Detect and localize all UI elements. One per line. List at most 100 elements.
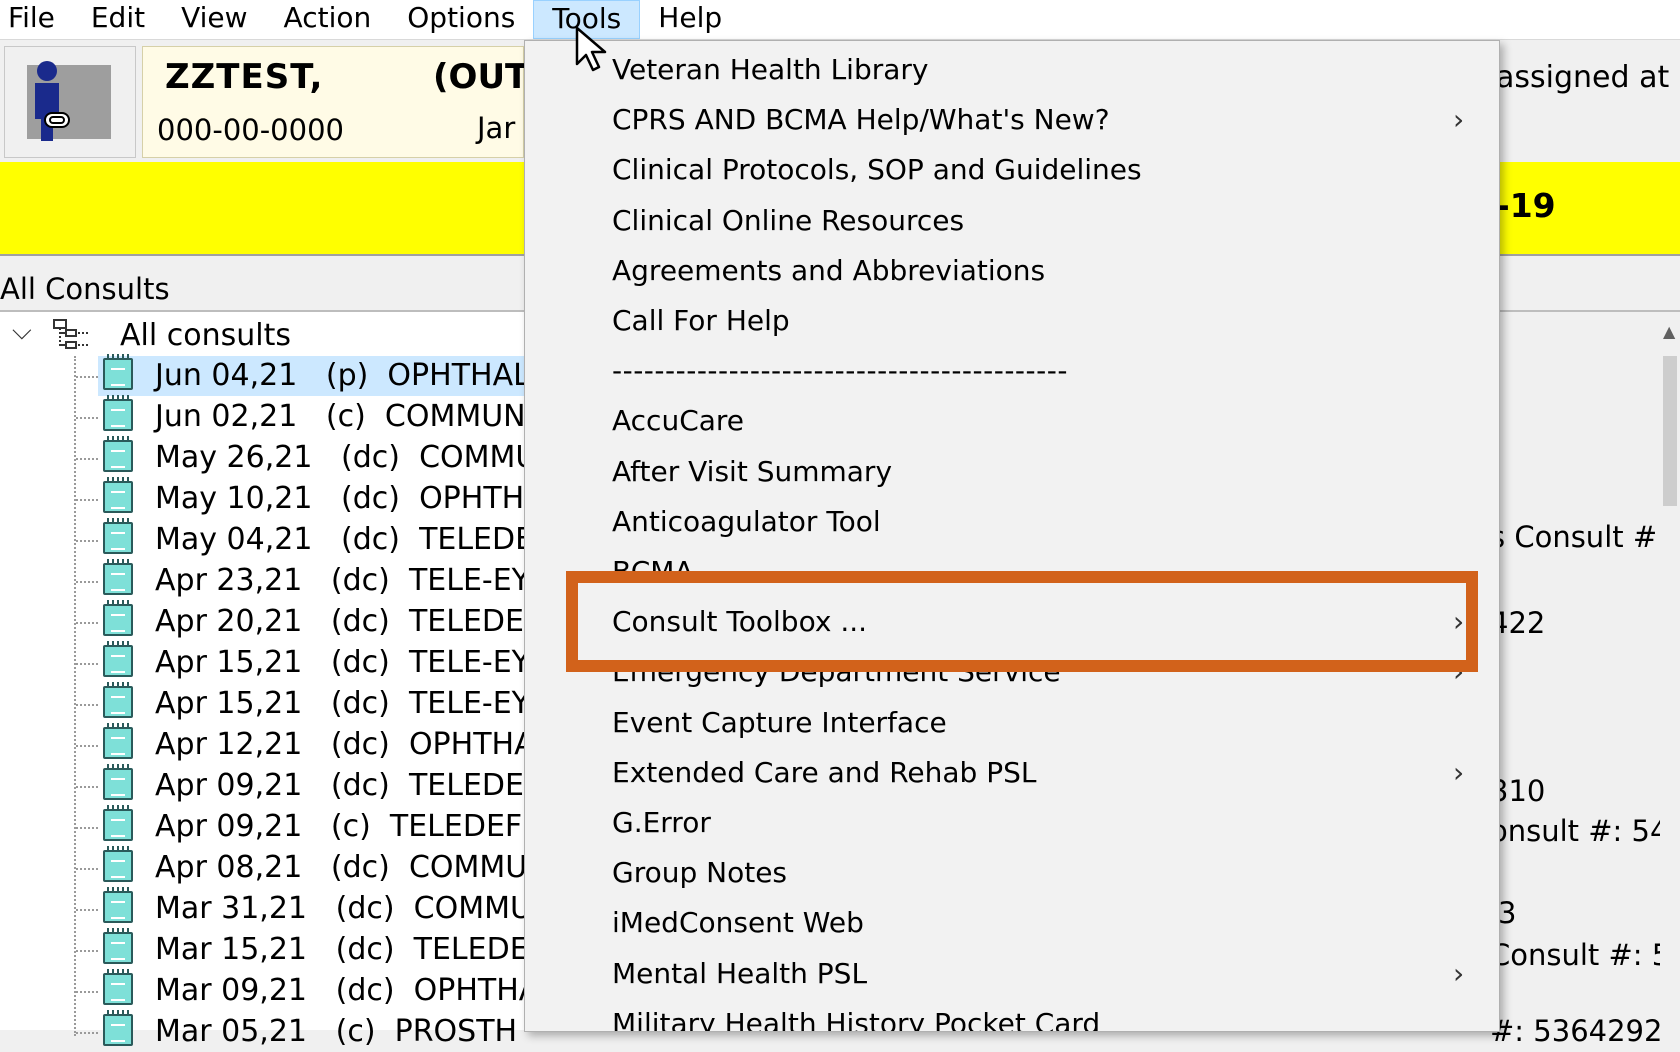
table-row[interactable]: Apr 08,21 (dc) COMMU <box>0 846 530 888</box>
consults-tree[interactable]: ⌵ All consults Jun 04,21 (p) OPHTHAL Jun … <box>0 312 539 1049</box>
table-row[interactable]: Mar 09,21 (dc) OPHTHA <box>0 969 539 1011</box>
tree-connector <box>76 950 98 952</box>
menu-item-mental-health-psl[interactable]: Mental Health PSL › <box>525 949 1499 999</box>
menu-item-emergency-department-service[interactable]: Emergency Department Service › <box>525 647 1499 697</box>
consult-row-text: May 10,21 (dc) OPHTH <box>155 481 525 516</box>
consult-note-icon <box>103 436 133 472</box>
consult-detail-fragment: onsult #: 540 <box>1490 814 1680 848</box>
table-row[interactable]: Apr 23,21 (dc) TELE-EY <box>0 559 530 601</box>
menu-item-label: Veteran Health Library <box>612 53 929 86</box>
patient-dob: Jar <box>477 111 516 145</box>
table-row[interactable]: Apr 09,21 (c) TELEDEF <box>0 805 530 847</box>
chevron-right-icon: › <box>1453 655 1465 689</box>
menu-item-imedconsent-web[interactable]: iMedConsent Web <box>525 898 1499 948</box>
menu-item-after-visit-summary[interactable]: After Visit Summary <box>525 447 1499 497</box>
table-row[interactable]: Mar 31,21 (dc) COMMU <box>0 887 532 929</box>
tree-root[interactable]: ⌵ All consults <box>0 316 530 356</box>
menu-item-accucare[interactable]: AccuCare <box>525 396 1499 446</box>
tree-connector <box>76 827 98 829</box>
tree-connector <box>76 581 98 583</box>
tree-root-label: All consults <box>120 318 291 353</box>
provider-assigned-text: assigned at <box>1496 60 1670 95</box>
consult-row-text: Jun 04,21 (p) OPHTHAL <box>155 358 530 393</box>
consult-note-icon <box>103 928 133 964</box>
menu-action[interactable]: Action <box>266 0 390 39</box>
consult-note-icon <box>103 969 133 1005</box>
mouse-cursor-icon <box>575 26 607 72</box>
consult-row-text: Apr 12,21 (dc) OPHTHA <box>155 727 535 762</box>
consult-note-icon <box>103 887 133 923</box>
menu-item-label: Group Notes <box>612 856 788 890</box>
menu-item-extended-care-and-rehab-psl[interactable]: Extended Care and Rehab PSL › <box>525 748 1499 798</box>
menu-item-bcma[interactable]: BCMA <box>525 547 1499 597</box>
table-row[interactable]: Apr 09,21 (dc) TELEDE <box>0 764 530 806</box>
menu-options[interactable]: Options <box>389 0 533 39</box>
consult-note-icon <box>103 805 133 841</box>
table-row[interactable]: Mar 15,21 (dc) TELEDE <box>0 928 530 970</box>
patient-ssn: 000-00-0000 <box>157 113 344 147</box>
table-row[interactable]: Jun 02,21 (c) COMMUN <box>0 395 530 437</box>
consult-row-text: Apr 15,21 (dc) TELE-EY <box>155 645 530 680</box>
menu-item-label: Clinical Protocols, SOP and Guidelines <box>612 153 1142 187</box>
chevron-right-icon: › <box>1453 956 1465 990</box>
menu-item-label: Clinical Online Resources <box>612 203 965 237</box>
table-row[interactable]: Apr 15,21 (dc) TELE-EY <box>0 682 530 724</box>
menu-item-clinical-protocols-sop-and-guidelines[interactable]: Clinical Protocols, SOP and Guidelines <box>525 145 1499 195</box>
chevron-down-icon[interactable]: ⌵ <box>12 316 32 347</box>
menu-item-label: Emergency Department Service <box>612 655 1061 689</box>
consult-note-icon <box>103 641 133 677</box>
patient-info-box[interactable]: ZZTEST, (OUT 000-00-0000 Jar <box>142 46 528 158</box>
vertical-scrollbar[interactable]: ▲ <box>1660 312 1680 1030</box>
tree-connector <box>76 458 98 460</box>
menu-item-call-for-help[interactable]: Call For Help <box>525 296 1499 346</box>
menu-item-consult-toolbox[interactable]: Consult Toolbox ... › <box>525 597 1499 647</box>
chevron-right-icon: › <box>1453 755 1465 789</box>
consult-row-text: May 04,21 (dc) TELEDE <box>155 522 535 557</box>
menu-view[interactable]: View <box>163 0 265 39</box>
table-row[interactable]: Apr 20,21 (dc) TELEDE <box>0 600 530 642</box>
table-row[interactable]: Mar 05,21 (c) PROSTH <box>0 1010 530 1052</box>
menu-file[interactable]: File <box>0 0 73 39</box>
menu-item-event-capture-interface[interactable]: Event Capture Interface <box>525 698 1499 748</box>
menu-item-clinical-online-resources[interactable]: Clinical Online Resources <box>525 196 1499 246</box>
table-row[interactable]: May 04,21 (dc) TELEDE <box>0 518 534 560</box>
consult-row-text: Apr 15,21 (dc) TELE-EY <box>155 686 530 721</box>
table-row[interactable]: May 10,21 (dc) OPHTH <box>0 477 530 519</box>
menu-item-anticoagulator-tool[interactable]: Anticoagulator Tool <box>525 497 1499 547</box>
consult-row-text: Apr 09,21 (dc) TELEDE <box>155 768 524 803</box>
tree-connector <box>76 745 98 747</box>
menu-item-label: Military Health History Pocket Card <box>612 1006 1101 1032</box>
tree-folder-icon <box>53 319 90 349</box>
table-row[interactable]: Apr 12,21 (dc) OPHTHA <box>0 723 535 765</box>
tools-dropdown-menu: Veteran Health Library CPRS AND BCMA Help… <box>524 40 1500 1032</box>
menu-edit[interactable]: Edit <box>73 0 163 39</box>
scroll-up-icon[interactable]: ▲ <box>1663 322 1675 341</box>
consult-note-icon <box>103 600 133 636</box>
consult-note-icon <box>103 764 133 800</box>
patient-status: (OUT <box>433 57 529 97</box>
table-row[interactable]: Apr 15,21 (dc) TELE-EY <box>0 641 530 683</box>
table-row[interactable]: Jun 04,21 (p) OPHTHAL <box>0 354 530 396</box>
menu-item-veteran-health-library[interactable]: Veteran Health Library <box>525 45 1499 95</box>
consult-note-icon <box>103 518 133 554</box>
tree-connector <box>76 1032 98 1034</box>
chevron-right-icon: › <box>1453 605 1465 639</box>
patient-person-icon <box>35 61 70 141</box>
consult-note-icon <box>103 1010 133 1046</box>
tree-connector <box>76 376 98 378</box>
tree-connector <box>76 663 98 665</box>
menu-help[interactable]: Help <box>640 0 740 39</box>
tree-connector <box>76 786 98 788</box>
menu-item-g-error[interactable]: G.Error <box>525 798 1499 848</box>
menu-item-group-notes[interactable]: Group Notes <box>525 848 1499 898</box>
menu-item-label: iMedConsent Web <box>612 906 864 940</box>
consult-note-icon <box>103 846 133 882</box>
consult-row-text: Mar 05,21 (c) PROSTH <box>155 1014 518 1049</box>
scroll-thumb[interactable] <box>1663 356 1677 506</box>
menu-item-military-health-history-pocket-card[interactable]: Military Health History Pocket Card <box>525 999 1499 1032</box>
patient-icon-button[interactable] <box>4 46 136 158</box>
menu-item-cprs-and-bcma-help-what-s-new[interactable]: CPRS AND BCMA Help/What's New? › <box>525 95 1499 145</box>
table-row[interactable]: May 26,21 (dc) COMMU <box>0 436 537 478</box>
consult-row-text: Apr 23,21 (dc) TELE-EY <box>155 563 530 598</box>
menu-item-agreements-and-abbreviations[interactable]: Agreements and Abbreviations <box>525 246 1499 296</box>
